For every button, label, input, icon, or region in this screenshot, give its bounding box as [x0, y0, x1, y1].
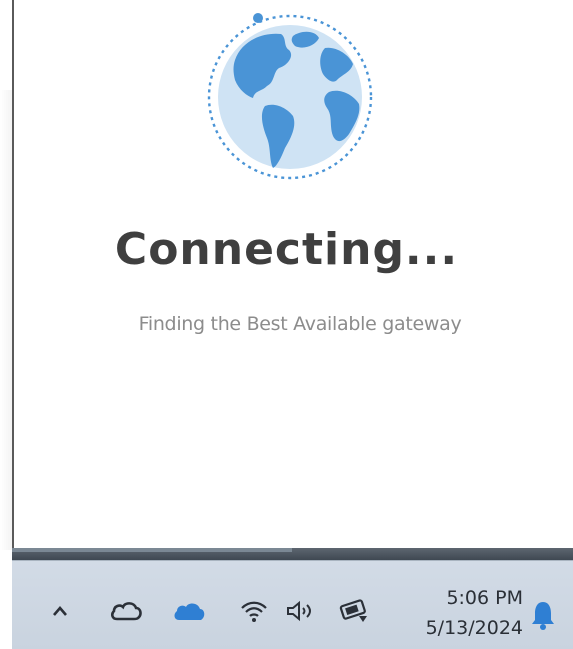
volume-button[interactable] — [284, 597, 318, 625]
show-hidden-icons-button[interactable] — [48, 599, 72, 623]
wifi-button[interactable] — [238, 597, 270, 625]
onedrive-cloud-icon — [174, 603, 205, 620]
clock-date: 5/13/2024 — [425, 617, 523, 639]
battery-button[interactable] — [336, 597, 372, 625]
notifications-button[interactable] — [528, 599, 558, 631]
onedrive-button[interactable] — [170, 597, 208, 625]
connecting-title: Connecting... — [114, 224, 459, 275]
chevron-up-icon — [53, 606, 67, 616]
cloud-outline-button[interactable] — [108, 597, 144, 625]
window-bottom-edge — [12, 548, 573, 560]
connection-dot — [253, 13, 263, 23]
notification-bell-icon — [532, 602, 554, 630]
taskbar: 5:06 PM 5/13/2024 — [12, 560, 573, 649]
screen: Connecting... Finding the Best Available… — [0, 0, 573, 649]
gateway-status-text: Finding the Best Available gateway — [138, 313, 462, 335]
connection-progress-bar — [12, 548, 292, 552]
globe-icon — [207, 13, 373, 180]
cloud-outline-icon — [111, 602, 142, 621]
volume-icon — [287, 600, 311, 622]
battery-icon — [339, 599, 367, 622]
wifi-icon — [241, 601, 267, 622]
system-clock[interactable]: 5:06 PM 5/13/2024 — [426, 583, 523, 643]
clock-time: 5:06 PM — [446, 587, 523, 609]
